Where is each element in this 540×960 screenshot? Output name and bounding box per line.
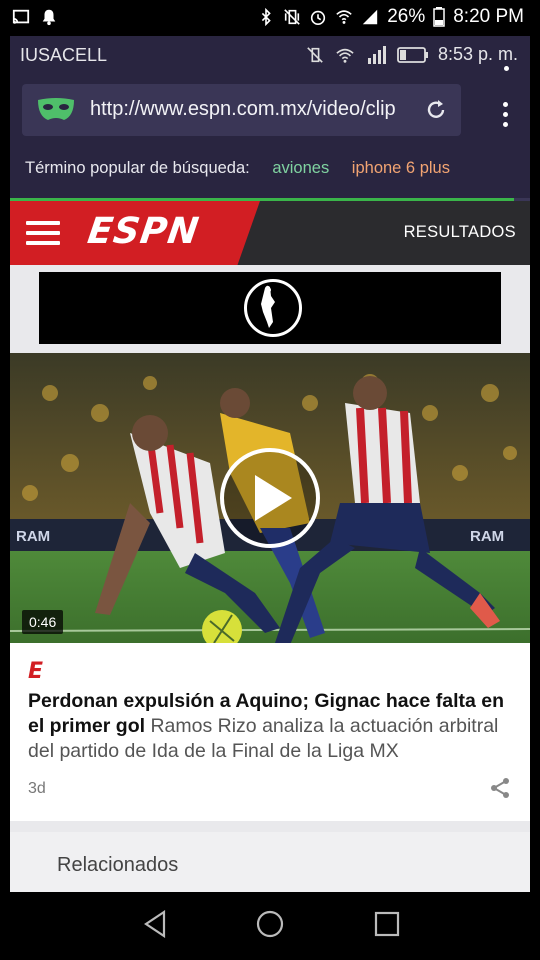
ad-banner-area bbox=[10, 265, 530, 353]
nba-espn-logo-icon bbox=[244, 279, 302, 337]
cast-icon bbox=[12, 9, 30, 24]
system-status-bar: 26% 8:20 PM bbox=[0, 0, 540, 36]
recents-icon[interactable] bbox=[374, 910, 400, 938]
related-heading: Relacionados bbox=[57, 854, 179, 876]
address-bar[interactable]: http://www.espn.com.mx/video/clip bbox=[22, 84, 461, 136]
url-text[interactable]: http://www.espn.com.mx/video/clip bbox=[90, 98, 420, 121]
inner-screen: IUSACELL 8:53 p. m. http://www.espn.com.… bbox=[10, 36, 530, 892]
espn-e-logo-icon: E bbox=[28, 659, 44, 684]
browser-menu-icon[interactable] bbox=[503, 102, 508, 132]
system-nav-bar bbox=[0, 892, 540, 960]
alarm-icon bbox=[311, 10, 326, 26]
back-icon[interactable] bbox=[142, 910, 168, 938]
wifi-icon bbox=[336, 10, 352, 24]
popular-term-link[interactable]: aviones bbox=[272, 159, 329, 177]
vibrate-icon bbox=[284, 9, 300, 25]
popular-searches: Término popular de búsqueda: aviones iph… bbox=[25, 159, 450, 178]
video-duration: 0:46 bbox=[22, 610, 64, 634]
vibrate-icon bbox=[307, 46, 323, 63]
share-icon[interactable] bbox=[488, 776, 512, 800]
results-link[interactable]: RESULTADOS bbox=[404, 223, 516, 242]
signal-icon bbox=[363, 9, 378, 25]
signal-bars-icon bbox=[367, 45, 386, 64]
svg-text:RAM: RAM bbox=[470, 528, 504, 545]
inner-clock: 8:53 p. m. bbox=[437, 44, 518, 64]
svg-text:RAM: RAM bbox=[16, 528, 50, 545]
video-player[interactable]: RAM RAM 0:46 bbox=[10, 353, 530, 643]
system-clock: 8:20 PM bbox=[453, 6, 524, 27]
article-headline[interactable]: Perdonan expulsión a Aquino; Gignac hace… bbox=[28, 689, 523, 764]
carrier-label: IUSACELL bbox=[20, 45, 108, 65]
inner-status-bar: IUSACELL 8:53 p. m. bbox=[10, 36, 530, 91]
reload-icon[interactable] bbox=[423, 97, 449, 123]
hamburger-menu-icon[interactable] bbox=[26, 221, 60, 251]
espn-header: ESPN RESULTADOS bbox=[10, 201, 530, 265]
notification-icon bbox=[42, 9, 56, 26]
video-thumbnail: RAM RAM bbox=[10, 353, 530, 643]
battery-icon bbox=[397, 46, 428, 63]
wifi-icon bbox=[336, 48, 354, 63]
bluetooth-icon bbox=[262, 8, 271, 26]
popular-label: Término popular de búsqueda: bbox=[25, 159, 250, 177]
popular-term-link[interactable]: iphone 6 plus bbox=[352, 159, 450, 177]
article-card[interactable]: E Perdonan expulsión a Aquino; Gignac ha… bbox=[10, 643, 530, 821]
related-section: Relacionados bbox=[10, 832, 530, 892]
article-age: 3d bbox=[28, 780, 46, 797]
home-icon[interactable] bbox=[256, 910, 284, 938]
nba-espn-banner[interactable] bbox=[39, 272, 501, 344]
battery-icon bbox=[433, 7, 445, 27]
incognito-mask-icon bbox=[38, 98, 74, 120]
espn-logo[interactable]: ESPN bbox=[85, 211, 202, 252]
browser-toolbar: http://www.espn.com.mx/video/clip Términ… bbox=[10, 74, 530, 201]
battery-percent: 26% bbox=[387, 6, 426, 27]
